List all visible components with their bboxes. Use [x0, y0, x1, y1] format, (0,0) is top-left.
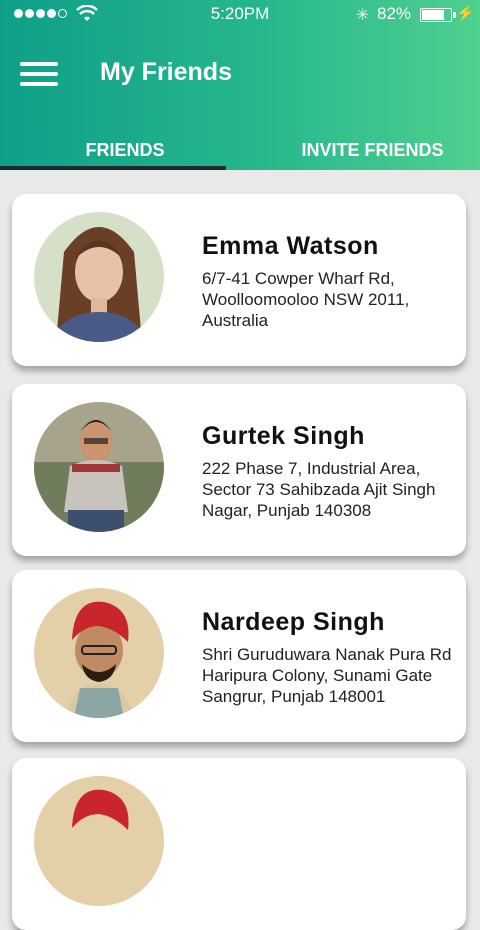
- app-header: 5:20PM ✳ 82% ⚡ My Friends FRIENDS INVITE…: [0, 0, 480, 170]
- battery-percent: 82%: [377, 4, 412, 23]
- bluetooth-icon: ✳: [356, 7, 370, 24]
- status-bar: 5:20PM ✳ 82% ⚡: [0, 0, 480, 30]
- battery-icon: [420, 8, 456, 22]
- page-title: My Friends: [100, 58, 232, 86]
- tab-invite-friends-label: INVITE FRIENDS: [301, 140, 444, 160]
- hamburger-menu-icon[interactable]: [20, 62, 58, 86]
- friend-name: Nardeep Singh: [202, 608, 385, 636]
- friend-card[interactable]: Emma Watson 6/7-41 Cowper Wharf Rd, Wool…: [12, 194, 466, 366]
- charging-bolt-icon: ⚡: [456, 5, 475, 22]
- friend-name: Emma Watson: [202, 232, 379, 260]
- friend-name: Gurtek Singh: [202, 422, 365, 450]
- active-tab-indicator: [0, 166, 226, 170]
- friend-card[interactable]: Gurtek Singh 222 Phase 7, Industrial Are…: [12, 384, 466, 556]
- friend-card[interactable]: Nardeep Singh Shri Guruduwara Nanak Pura…: [12, 570, 466, 742]
- avatar: [34, 402, 164, 532]
- friend-address: Shri Guruduwara Nanak Pura Rd Haripura C…: [202, 645, 452, 706]
- friend-address: 222 Phase 7, Industrial Area, Sector 73 …: [202, 459, 436, 520]
- avatar: [34, 212, 164, 342]
- tab-invite-friends[interactable]: INVITE FRIENDS: [250, 140, 480, 170]
- avatar: [34, 776, 164, 906]
- friend-address: 6/7-41 Cowper Wharf Rd, Woolloomooloo NS…: [202, 269, 410, 330]
- tab-friends-label: FRIENDS: [85, 140, 165, 160]
- friend-card[interactable]: [12, 758, 466, 930]
- avatar: [34, 588, 164, 718]
